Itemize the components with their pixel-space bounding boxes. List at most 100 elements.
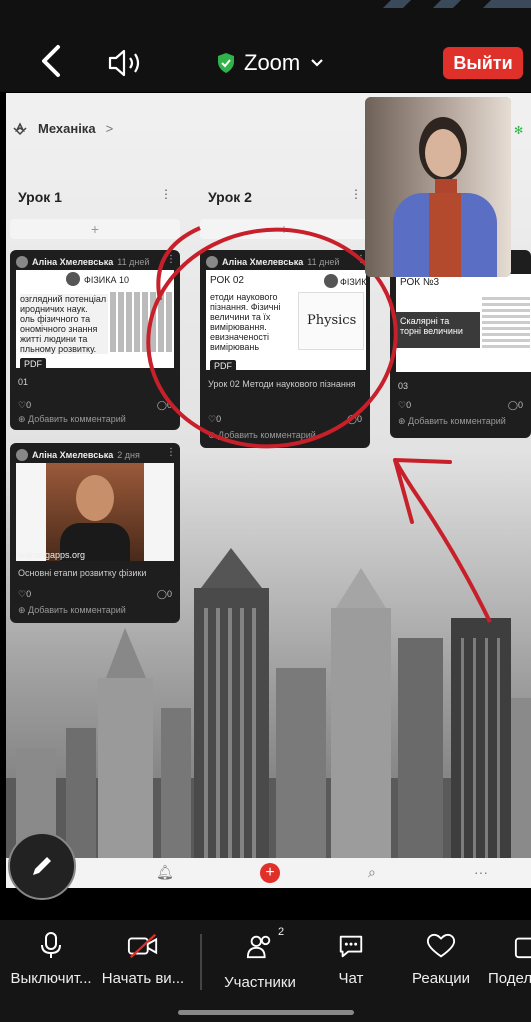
post-meta: ♡0 ◯0 [18, 589, 172, 600]
like-button[interactable]: ♡0 [18, 589, 31, 600]
post-time: 11 дней [307, 257, 340, 267]
annotate-button[interactable] [8, 832, 76, 900]
home-indicator [178, 1010, 354, 1015]
share-label: Подел [488, 970, 531, 987]
chat-button[interactable]: Чат [330, 932, 372, 987]
pdf-tag: PDF [210, 360, 236, 372]
post-author: Аліна Хмелевська 2 дня [16, 449, 140, 461]
post-title: 01 [18, 377, 29, 387]
bell-icon[interactable]: 🔔︎ [156, 864, 174, 881]
avatar [16, 449, 28, 461]
thumb-badge: ФІЗИК [340, 277, 366, 287]
status-icon: ✻ [514, 125, 524, 137]
corner-decoration [383, 0, 531, 8]
zoom-top-bar: Zoom Выйти [0, 0, 531, 92]
leave-button[interactable]: Выйти [443, 47, 523, 79]
post-title: 03 [398, 381, 409, 391]
add-comment-button[interactable]: ⊕ Добавить комментарий [18, 414, 126, 425]
reactions-button[interactable]: Реакции [408, 932, 474, 987]
board-title: Механіка [38, 121, 96, 136]
post-meta: ♡0 ◯0 [208, 414, 362, 425]
post-title: Урок 02 Методи наукового пізнання [208, 379, 356, 389]
column-menu-icon[interactable]: ⋮ [160, 187, 172, 201]
like-button[interactable]: ♡0 [398, 400, 411, 411]
pdf-thumbnail[interactable]: ФІЗИКА 10 озглядний потенціал иродничих … [16, 270, 174, 368]
speaker-icon[interactable] [106, 48, 144, 78]
physics-logo-icon [66, 272, 80, 286]
post-meta: ♡0 ◯0 [18, 400, 172, 411]
like-button[interactable]: ♡0 [208, 414, 221, 425]
participant-video[interactable] [365, 97, 511, 277]
add-comment-button[interactable]: ⊕ Добавить комментарий [208, 430, 316, 441]
participants-button[interactable]: 2 Участники [222, 926, 298, 991]
start-video-button[interactable]: Начать ви... [100, 932, 186, 987]
microphone-icon [41, 932, 61, 958]
share-button[interactable]: Подел [488, 932, 531, 987]
breadcrumb[interactable]: Механіка > [12, 121, 113, 136]
comment-count: ◯0 [156, 400, 172, 410]
pdf-thumbnail[interactable]: РОК 02 ФІЗИК етоди наукового пізнання. Ф… [206, 270, 366, 370]
pdf-thumbnail[interactable]: РОК №3 Скалярні та торні величини [396, 274, 531, 372]
physics-logo-icon [324, 274, 338, 288]
post-menu-icon[interactable]: ⋮ [166, 254, 176, 265]
comment-count: ◯0 [507, 400, 523, 410]
link-thumbnail[interactable] [16, 463, 174, 561]
thumb-image [110, 292, 172, 352]
back-arrow-icon[interactable] [36, 44, 66, 78]
post-author: Аліна Хмелевська 11 дней [16, 256, 149, 268]
post-card[interactable]: Аліна Хмелевська 11 дней ⋮ ФІЗИКА 10 озг… [10, 250, 180, 430]
participants-label: Участники [224, 974, 296, 991]
post-card[interactable]: РОК №3 Скалярні та торні величини 03 ♡0 … [390, 250, 531, 438]
share-icon [514, 937, 531, 959]
author-name: Аліна Хмелевська [222, 257, 304, 267]
column-title-lesson-1: Урок 1 [18, 189, 62, 205]
thumb-text: озглядний потенціал иродничих наук. оль … [20, 294, 108, 354]
participants-count-badge: 2 [278, 926, 285, 938]
thumb-badge: ФІЗИКА 10 [84, 275, 130, 285]
shield-check-icon [218, 53, 234, 73]
pdf-tag: PDF [20, 358, 46, 370]
reactions-label: Реакции [412, 970, 470, 987]
avatar [16, 256, 28, 268]
post-card[interactable]: Аліна Хмелевська 2 дня ⋮ learningapps.or… [10, 443, 180, 623]
post-card[interactable]: Аліна Хмелевська 11 дней ⋮ РОК 02 ФІЗИК … [200, 250, 370, 448]
add-post-fab[interactable]: + [260, 863, 280, 883]
add-comment-button[interactable]: ⊕ Добавить комментарий [18, 605, 126, 616]
toolbar-divider [200, 934, 202, 990]
author-name: Аліна Хмелевська [32, 257, 114, 267]
add-post-button[interactable]: + [10, 219, 180, 239]
padlet-bottom-nav: 🔔︎ + ⌕ ··· [6, 858, 531, 888]
thumb-heading: РОК 02 [210, 275, 244, 286]
chat-label: Чат [338, 970, 364, 987]
thumb-text: Скалярні та торні величини [400, 316, 463, 336]
comment-count: ◯0 [346, 414, 362, 424]
more-icon[interactable]: ··· [474, 864, 488, 880]
column-title-lesson-2: Урок 2 [208, 189, 252, 205]
add-post-button[interactable]: + [200, 219, 368, 239]
participants-icon [246, 935, 271, 959]
video-label: Начать ви... [101, 970, 185, 987]
comment-count: ◯0 [156, 589, 172, 599]
author-name: Аліна Хмелевська [32, 450, 114, 460]
post-time: 11 дней [117, 257, 150, 267]
search-icon[interactable]: ⌕ [368, 864, 376, 881]
column-menu-icon[interactable]: ⋮ [350, 187, 362, 201]
thumb-text: етоди наукового пізнання. Фізичні величи… [210, 292, 281, 352]
post-author: Аліна Хмелевська 11 дней [206, 256, 339, 268]
thumb-image [482, 296, 530, 348]
meeting-title[interactable]: Zoom [216, 46, 324, 80]
post-menu-icon[interactable]: ⋮ [166, 447, 176, 458]
mute-button[interactable]: Выключит... [8, 932, 94, 987]
padlet-logo-icon [13, 121, 27, 135]
post-meta: ♡0 ◯0 [398, 400, 523, 411]
chevron-down-icon [311, 59, 324, 67]
link-source: learningapps.org [18, 550, 86, 560]
portrait-image [46, 463, 144, 561]
chat-icon [339, 935, 363, 958]
meeting-title-text: Zoom [244, 50, 301, 75]
add-comment-button[interactable]: ⊕ Добавить комментарий [398, 416, 506, 427]
avatar [206, 256, 218, 268]
heart-icon [426, 933, 456, 958]
like-button[interactable]: ♡0 [18, 400, 31, 411]
physics-doodle-image: Physics [298, 292, 364, 350]
